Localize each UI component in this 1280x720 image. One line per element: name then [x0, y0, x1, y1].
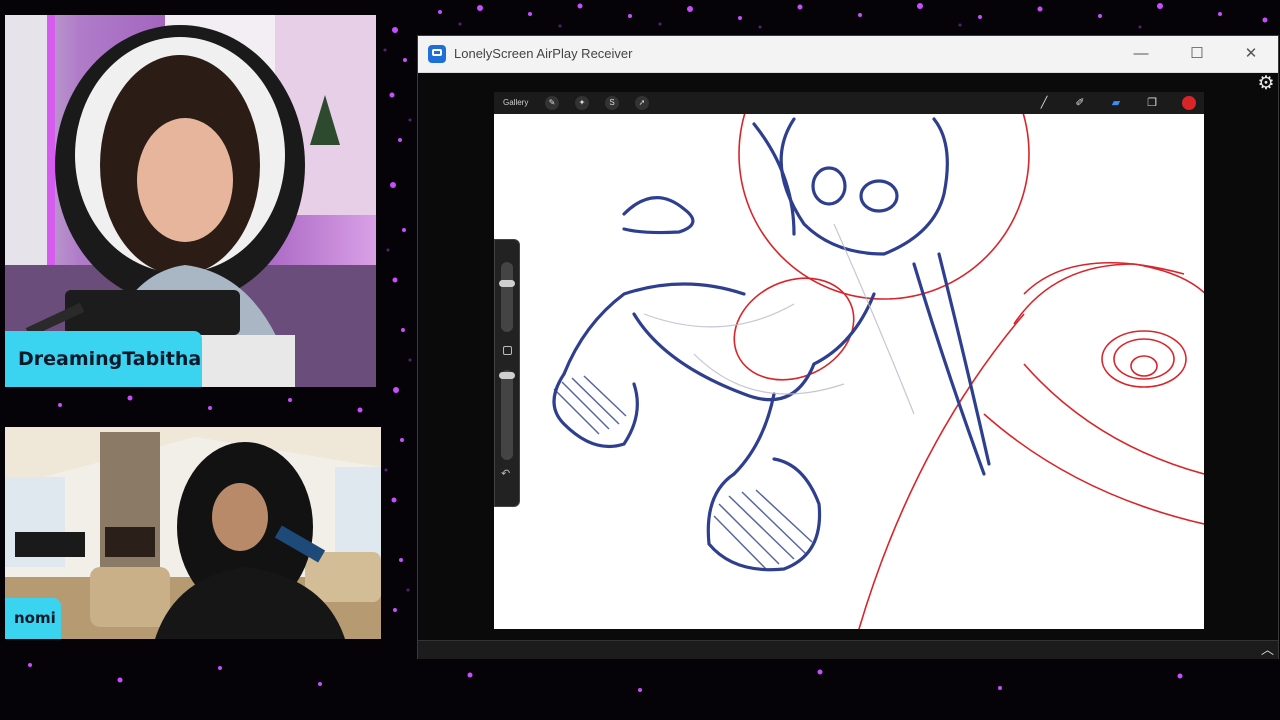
window-bottom-bar: ︿ [418, 640, 1278, 659]
window-title: LonelyScreen AirPlay Receiver [454, 46, 633, 61]
name-tag: nomi [5, 598, 61, 639]
actions-wrench-icon[interactable]: ✎ [545, 96, 559, 110]
opacity-slider[interactable] [501, 370, 513, 460]
selection-icon[interactable]: S [605, 96, 619, 110]
close-button[interactable]: ✕ [1228, 36, 1274, 72]
procreate-toolbar: Gallery ✎ ✦ S ➚ ╱ ✐ ▰ ❐ [494, 92, 1204, 114]
opacity-knob[interactable] [499, 372, 515, 379]
webcam-image [5, 427, 381, 639]
transform-arrow-icon[interactable]: ➚ [635, 96, 649, 110]
layers-icon[interactable]: ❐ [1145, 96, 1159, 110]
lonelyscreen-window: LonelyScreen AirPlay Receiver — ☐ ✕ ⚙ Ga… [417, 35, 1279, 659]
maximize-button[interactable]: ☐ [1174, 36, 1220, 72]
smudge-icon[interactable]: ✐ [1073, 96, 1087, 110]
eyedropper-square-icon[interactable] [503, 346, 512, 355]
eraser-icon[interactable]: ▰ [1109, 96, 1123, 110]
window-titlebar[interactable]: LonelyScreen AirPlay Receiver — ☐ ✕ [418, 36, 1278, 73]
sketch-canvas[interactable] [494, 114, 1204, 629]
webcam-dreamingtabitha: DreamingTabitha [5, 15, 376, 387]
lonelyscreen-app-icon [428, 45, 446, 63]
name-tag: DreamingTabitha [5, 331, 202, 387]
mirrored-ipad-screen[interactable]: Gallery ✎ ✦ S ➚ ╱ ✐ ▰ ❐ [494, 92, 1204, 629]
minimize-button[interactable]: — [1118, 36, 1164, 72]
brush-size-slider[interactable] [501, 262, 513, 332]
undo-icon[interactable]: ↶ [501, 467, 510, 480]
adjustments-wand-icon[interactable]: ✦ [575, 96, 589, 110]
color-picker-icon[interactable] [1182, 96, 1196, 110]
gallery-button[interactable]: Gallery [503, 92, 528, 114]
brush-icon[interactable]: ╱ [1037, 96, 1051, 110]
webcam-nomi: nomi [5, 427, 381, 639]
chevron-up-icon[interactable]: ︿ [1261, 641, 1274, 659]
procreate-side-slider[interactable]: ↶ [494, 239, 520, 507]
brush-size-knob[interactable] [499, 280, 515, 287]
settings-gear-icon[interactable]: ⚙ [1256, 74, 1276, 94]
